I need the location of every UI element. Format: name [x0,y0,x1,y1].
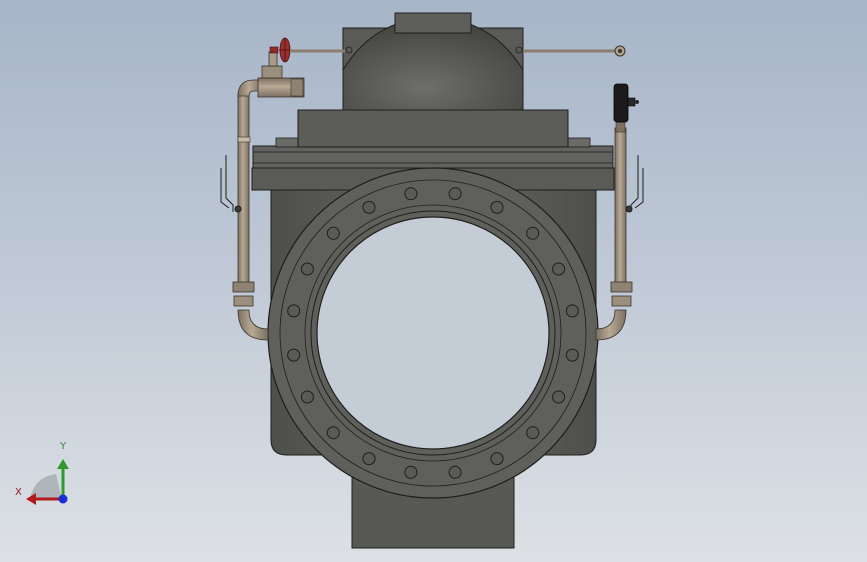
z-axis-dot [58,494,68,504]
bolt-hole [490,452,504,466]
inlet-bore [316,216,550,450]
bolt-hole [552,262,566,276]
bolt-hole [448,187,462,201]
pressure-gauge [613,83,639,123]
right-bracket [625,155,644,213]
bolt-hole [362,452,376,466]
bolt-hole [565,348,579,362]
bolt-hole [565,304,579,318]
bolt-hole [490,200,504,214]
bolt-hole [448,465,462,479]
bolt-hole [526,426,540,440]
bolt-hole [300,390,314,404]
bolt-hole [526,226,540,240]
top-flange [252,145,614,169]
graphics-viewport[interactable]: Y X [0,0,867,562]
bolt-hole [362,200,376,214]
bolt-hole [326,426,340,440]
bolt-hole [287,348,301,362]
bolt-hole [287,304,301,318]
bonnet-cover [297,109,569,148]
bolt-hole [404,187,418,201]
bolt-hole [404,465,418,479]
y-axis-label: Y [60,441,67,452]
valve-3d-model[interactable] [0,0,867,562]
bolt-hole [300,262,314,276]
coordinate-triad[interactable]: Y X [12,442,74,508]
bolt-hole [552,390,566,404]
bolt-hole [326,226,340,240]
x-axis-label: X [15,487,22,498]
dome-cap [394,12,472,34]
right-top-tube [523,45,626,57]
